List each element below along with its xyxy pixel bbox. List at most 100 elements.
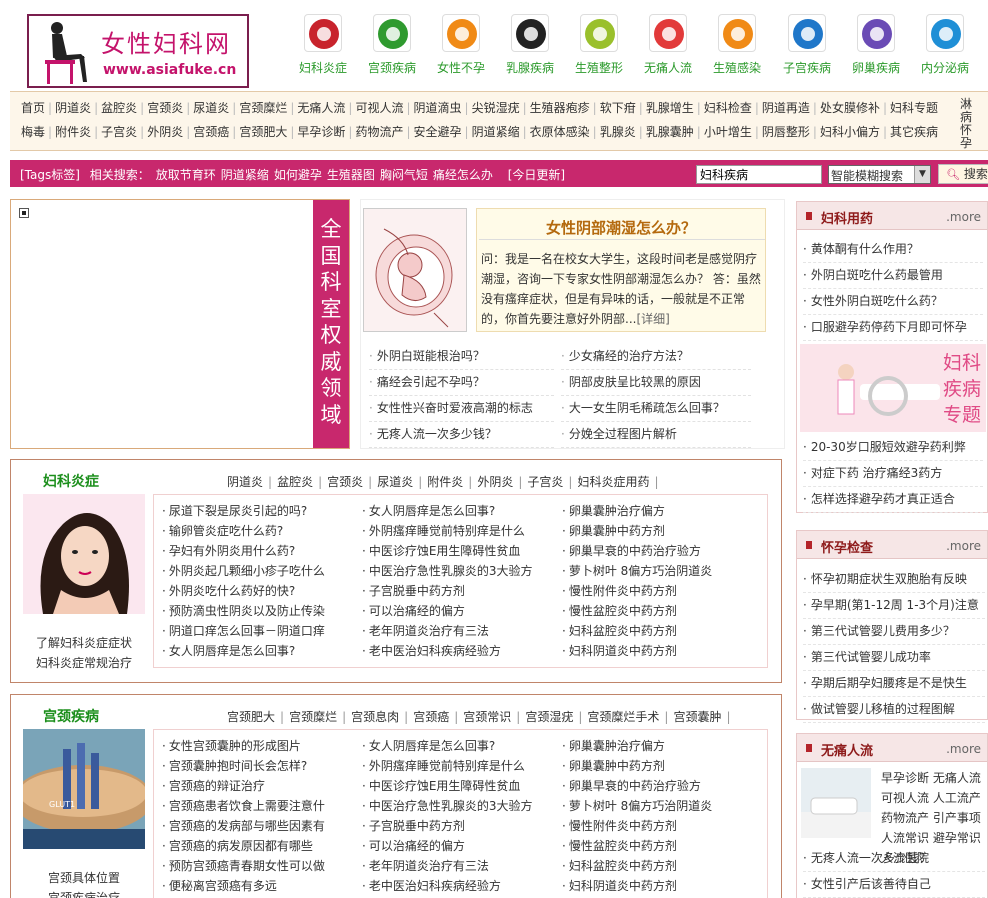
related-search-link[interactable]: 生殖器图 — [327, 168, 375, 182]
list-link[interactable]: 慢性盆腔炎中药方剂 — [562, 601, 712, 621]
list-link[interactable]: 女人阴唇痒是怎么回事? — [162, 641, 325, 661]
nav-link[interactable]: 尖锐湿疣 — [469, 99, 523, 116]
list-link[interactable]: 输卵管炎症吃什么药? — [162, 521, 325, 541]
list-link[interactable]: 可以治痛经的偏方 — [362, 836, 532, 856]
nav-link[interactable]: 衣原体感染 — [527, 123, 593, 140]
list-link[interactable]: 宫颈囊肿抱时间长会怎样? — [162, 756, 325, 776]
section-tab[interactable]: 宫颈湿疣 — [525, 710, 573, 724]
list-link[interactable]: 无疼人流一次多少钱？ — [803, 846, 985, 872]
section-photo[interactable]: GLUT1 — [23, 729, 145, 849]
list-link[interactable]: 尿道下裂是尿炎引起的吗? — [162, 501, 325, 521]
nav-link[interactable]: 生殖器疱疹 — [527, 99, 593, 116]
section-tab[interactable]: 宫颈炎 — [327, 475, 363, 489]
section-title[interactable]: 妇科炎症 — [43, 471, 99, 491]
list-link[interactable]: 怎样选择避孕药才真正适合 — [803, 487, 983, 513]
topic-banner[interactable]: 妇科疾病专题 — [800, 344, 986, 432]
list-link[interactable]: 宫颈癌患者饮食上需要注意什 — [162, 796, 325, 816]
nav-link[interactable]: 小叶增生 — [701, 123, 755, 140]
list-link[interactable]: 慢性附件炎中药方剂 — [562, 816, 712, 836]
list-link[interactable]: 外阴白斑吃什么药最管用 — [803, 263, 983, 289]
list-link[interactable]: 中医诊疗蚀E用生障碍性贫血 — [362, 776, 532, 796]
list-link[interactable]: 宫颈癌的病发原因都有哪些 — [162, 836, 325, 856]
list-link[interactable]: 老中医治妇科疾病经验方 — [362, 641, 532, 661]
nav-icon-8[interactable]: 卵巢疾病 — [841, 14, 911, 76]
list-link[interactable]: 宫颈癌的发病部与哪些因素有 — [162, 816, 325, 836]
list-link[interactable]: 外阴瘙痒睡觉前特别痒是什么 — [362, 521, 532, 541]
section-tab[interactable]: 妇科炎症用药 — [577, 475, 649, 489]
section-tab[interactable]: 宫颈糜烂手术 — [587, 710, 659, 724]
nav-link[interactable]: 外阴炎 — [144, 123, 186, 140]
nav-item-last[interactable]: 淋病怀孕 — [960, 98, 978, 150]
search-input[interactable] — [696, 165, 822, 184]
panel-title[interactable]: 怀孕检查 — [821, 537, 873, 556]
nav-link[interactable]: 梅毒 — [18, 123, 48, 140]
list-link[interactable]: 中医诊疗蚀E用生障碍性贫血 — [362, 541, 532, 561]
nav-link[interactable]: 妇科专题 — [887, 99, 941, 116]
list-link[interactable]: 老中医治妇科疾病经验方 — [362, 876, 532, 896]
panel-more-link[interactable]: .more — [946, 539, 981, 553]
nav-link[interactable]: 附件炎 — [52, 123, 94, 140]
list-link[interactable]: 女性引产后该善待自己 — [803, 872, 985, 898]
section-photo-caption[interactable]: 了解妇科炎症症状 妇科炎症常规治疗 — [23, 633, 145, 673]
list-link[interactable]: 外阴炎起几颗细小疹子吃什么 — [162, 561, 325, 581]
nav-icon-5[interactable]: 无痛人流 — [633, 14, 703, 76]
nav-link[interactable]: 宫颈肥大 — [236, 123, 290, 140]
related-search-link[interactable]: 胸闷气短 — [380, 168, 428, 182]
list-link[interactable]: 阴部皮肤呈比较黑的原因 — [561, 370, 751, 396]
featured-image[interactable] — [363, 208, 467, 332]
nav-link[interactable]: 乳腺炎 — [597, 123, 639, 140]
section-tab[interactable]: 宫颈息肉 — [351, 710, 399, 724]
section-tab[interactable]: 宫颈癌 — [413, 710, 449, 724]
nav-link[interactable]: 宫颈糜烂 — [236, 99, 290, 116]
section-tab[interactable]: 盆腔炎 — [277, 475, 313, 489]
section-tab[interactable]: 外阴炎 — [477, 475, 513, 489]
nav-link[interactable]: 药物流产 — [352, 123, 406, 140]
list-link[interactable]: 怀孕初期症状生双胞胎有反映 — [803, 567, 985, 593]
list-link[interactable]: 老年阴道炎治疗有三法 — [362, 621, 532, 641]
list-link[interactable]: 20-30岁口服短效避孕药利弊 — [803, 435, 983, 461]
list-link[interactable]: 第三代试管婴儿费用多少？ — [803, 619, 985, 645]
nav-link[interactable]: 阴道炎 — [52, 99, 94, 116]
list-link[interactable]: 萝卜树叶 8偏方巧治阴道炎 — [562, 561, 712, 581]
nav-icon-7[interactable]: 子宫疾病 — [772, 14, 842, 76]
section-tab[interactable]: 宫颈囊肿 — [673, 710, 721, 724]
list-link[interactable]: 萝卜树叶 8偏方巧治阴道炎 — [562, 796, 712, 816]
list-link[interactable]: 卵巢囊肿中药方剂 — [562, 756, 712, 776]
list-link[interactable]: 中医治疗急性乳腺炎的3大验方 — [362, 796, 533, 816]
list-link[interactable]: 便秘离宫颈癌有多远 — [162, 876, 325, 896]
section-photo[interactable] — [23, 494, 145, 614]
nav-link[interactable]: 阴道滴虫 — [411, 99, 465, 116]
list-link[interactable]: 预防滴虫性阴炎以及防止传染 — [162, 601, 325, 621]
caption-line[interactable]: 宫颈疾病治疗 — [23, 888, 145, 898]
nav-link[interactable]: 其它疾病 — [887, 123, 941, 140]
search-mode-select[interactable]: 智能模糊搜索 ▼ — [828, 165, 931, 184]
list-link[interactable]: 女性宫颈囊肿的形成图片 — [162, 736, 325, 756]
ad-banner[interactable]: 全国科室权威领域 — [10, 199, 350, 449]
search-button[interactable]: 🔍︎ 搜索 — [938, 164, 988, 184]
nav-link[interactable]: 阴唇整形 — [759, 123, 813, 140]
nav-link[interactable]: 首页 — [18, 99, 48, 116]
list-link[interactable]: 第三代试管婴儿成功率 — [803, 645, 985, 671]
list-link[interactable]: 做试管婴儿移植的过程图解 — [803, 697, 985, 723]
nav-link[interactable]: 可视人流 — [352, 99, 406, 116]
list-link[interactable]: 子宫脱垂中药方剂 — [362, 581, 532, 601]
section-tab[interactable]: 宫颈常识 — [463, 710, 511, 724]
nav-icon-9[interactable]: 内分泌病 — [910, 14, 980, 76]
list-link[interactable]: 孕妇有外阴炎用什么药? — [162, 541, 325, 561]
list-link[interactable]: 对症下药 治疗痛经3药方 — [803, 461, 983, 487]
list-link[interactable]: 女性性兴奋时爱液高潮的标志 — [369, 396, 554, 422]
list-link[interactable]: 中医治疗急性乳腺炎的3大验方 — [362, 561, 533, 581]
nav-link[interactable]: 软下疳 — [597, 99, 639, 116]
nav-icon-0[interactable]: 妇科炎症 — [288, 14, 358, 76]
nav-link[interactable]: 盆腔炎 — [98, 99, 140, 116]
nav-icon-2[interactable]: 女性不孕 — [426, 14, 496, 76]
nav-icon-1[interactable]: 宫颈疾病 — [357, 14, 427, 76]
list-link[interactable]: 外阴瘙痒睡觉前特别痒是什么 — [362, 756, 532, 776]
list-link[interactable]: 大一女生阴毛稀疏怎么回事？ — [561, 396, 751, 422]
list-link[interactable]: 可以治痛经的偏方 — [362, 601, 532, 621]
list-link[interactable]: 预防宫颈癌青春期女性可以做 — [162, 856, 325, 876]
nav-link[interactable]: 乳腺囊肿 — [643, 123, 697, 140]
section-tab[interactable]: 尿道炎 — [377, 475, 413, 489]
list-link[interactable]: 女性外阴白斑吃什么药？ — [803, 289, 983, 315]
nav-link[interactable]: 阴道再造 — [759, 99, 813, 116]
